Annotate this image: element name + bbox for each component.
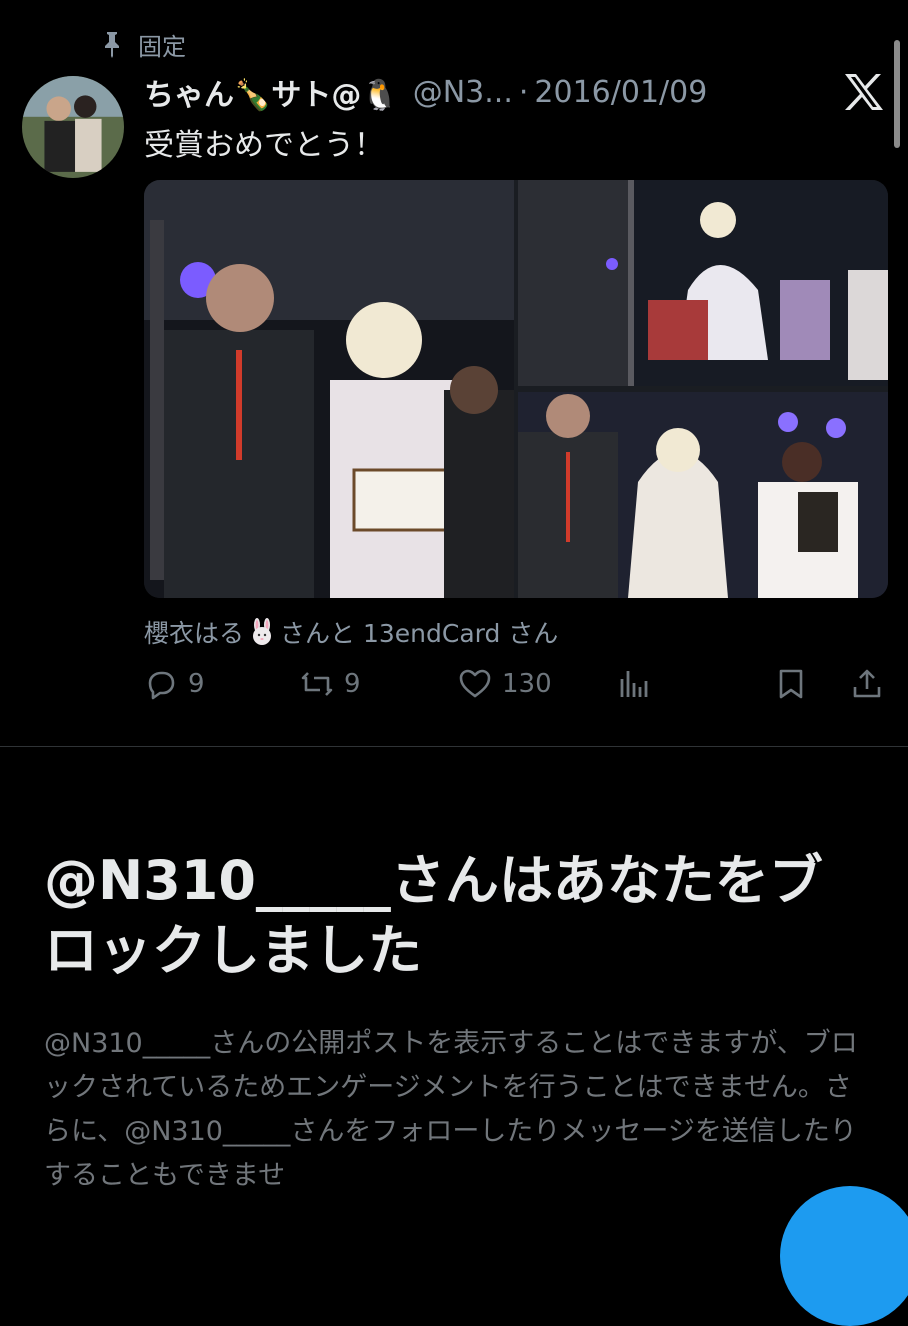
share-icon	[853, 669, 881, 698]
pin-icon	[105, 32, 119, 58]
reply-count: 9	[188, 669, 205, 699]
x-logo-icon	[842, 72, 886, 112]
media-photo-2[interactable]	[518, 180, 888, 386]
tagged-user-b: さんと 13endCard さん	[280, 619, 559, 648]
share-button[interactable]	[850, 662, 884, 706]
tweet-date[interactable]: 2016/01/09	[534, 75, 707, 110]
views-button[interactable]	[616, 662, 650, 706]
tweet-header: ちゃん🍾サト@🐧 @N3... · 2016/01/09	[144, 70, 707, 114]
avatar[interactable]	[22, 76, 124, 178]
compose-button[interactable]	[780, 1186, 908, 1326]
media-photo-1[interactable]	[144, 180, 514, 598]
like-icon	[459, 669, 491, 698]
blocked-title: @N310_____さんはあなたをブロックしました	[44, 849, 823, 982]
display-name[interactable]: ちゃん🍾サト@🐧	[144, 70, 399, 114]
repost-icon	[301, 672, 333, 696]
reply-button[interactable]: 9	[144, 662, 205, 706]
pinned-indicator: 固定	[100, 28, 186, 61]
blocked-description: @N310_____さんの公開ポストを表示することはできますが、ブロックされてい…	[44, 1028, 858, 1191]
tagged-user-a: 櫻衣はる	[144, 619, 245, 648]
pinned-label: 固定	[138, 32, 186, 61]
reply-icon	[148, 671, 175, 700]
repost-button[interactable]: 9	[300, 662, 361, 706]
views-icon	[620, 671, 648, 697]
scrollbar[interactable]	[894, 40, 900, 148]
action-bar: 9 9 130	[0, 662, 908, 706]
user-handle[interactable]: @N3...	[413, 75, 513, 110]
separator-dot: ·	[518, 74, 529, 110]
tagged-users[interactable]: 櫻衣はる さんと 13endCard さん	[144, 614, 558, 650]
divider	[0, 746, 908, 747]
avatar-photo	[22, 76, 124, 178]
media-grid	[144, 180, 888, 598]
tweet-text: 受賞おめでとう！	[144, 128, 384, 163]
media-photo-3[interactable]	[518, 392, 888, 598]
bookmark-button[interactable]	[774, 662, 808, 706]
like-button[interactable]: 130	[458, 662, 552, 706]
bookmark-icon	[779, 669, 803, 699]
repost-count: 9	[344, 669, 361, 699]
rabbit-emoji-icon	[253, 618, 272, 645]
like-count: 130	[502, 669, 552, 699]
